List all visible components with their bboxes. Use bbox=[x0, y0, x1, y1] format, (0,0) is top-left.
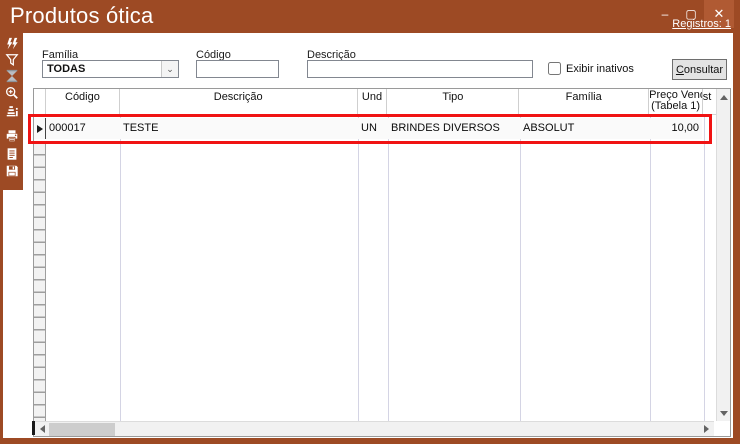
title-bar: Produtos ótica – ▢ ✕ Registros: 1 bbox=[0, 0, 740, 33]
column-header-codigo[interactable]: Código bbox=[46, 89, 120, 114]
column-separator bbox=[704, 115, 705, 421]
print-button[interactable] bbox=[3, 128, 20, 144]
refresh-icon bbox=[5, 37, 19, 51]
column-header-clipped[interactable]: st bbox=[703, 89, 716, 114]
column-separator bbox=[388, 115, 389, 421]
column-separator bbox=[120, 115, 121, 421]
app-window: Produtos ótica – ▢ ✕ Registros: 1 bbox=[0, 0, 740, 444]
chart-icon bbox=[5, 104, 19, 118]
chevron-down-icon[interactable]: ⌄ bbox=[161, 61, 178, 77]
scroll-left-button[interactable] bbox=[36, 422, 49, 436]
codigo-input[interactable] bbox=[196, 60, 279, 78]
chart-button[interactable] bbox=[3, 103, 20, 119]
column-separator bbox=[650, 115, 651, 421]
page-title: Produtos ótica bbox=[10, 3, 153, 29]
print-icon bbox=[5, 129, 19, 143]
zoom-icon bbox=[5, 86, 19, 100]
preco-venda-line2: (Tabela 1) bbox=[649, 101, 702, 112]
grid-header-row: Código Descrição Und Tipo Família Preço … bbox=[34, 89, 716, 115]
minimize-icon: – bbox=[662, 7, 669, 21]
scroll-right-icon bbox=[704, 425, 709, 433]
hourglass-button[interactable] bbox=[3, 68, 20, 84]
grid-edge-mark bbox=[32, 421, 35, 435]
column-header-descricao[interactable]: Descrição bbox=[120, 89, 358, 114]
refresh-button[interactable] bbox=[3, 36, 20, 52]
horizontal-scroll-thumb[interactable] bbox=[49, 423, 115, 436]
scroll-up-icon bbox=[720, 95, 728, 100]
column-header-und[interactable]: Und bbox=[358, 89, 388, 114]
report-icon bbox=[5, 147, 19, 161]
column-header-preco-venda[interactable]: Preço Venda(Tabela 1) bbox=[649, 89, 703, 114]
consultar-label-underline: C bbox=[676, 64, 684, 76]
products-grid: Código Descrição Und Tipo Família Preço … bbox=[33, 88, 731, 437]
vertical-scrollbar[interactable] bbox=[716, 89, 730, 421]
record-selector-column bbox=[34, 143, 46, 421]
report-button[interactable] bbox=[3, 146, 20, 162]
highlight-annotation-box bbox=[28, 114, 712, 144]
consultar-button[interactable]: Consultar bbox=[672, 59, 727, 80]
consultar-label-rest: onsultar bbox=[684, 64, 723, 76]
descricao-input[interactable] bbox=[307, 60, 533, 78]
indicator-header-cell bbox=[34, 89, 46, 114]
scroll-up-button[interactable] bbox=[717, 90, 730, 104]
save-icon bbox=[5, 164, 19, 178]
toolbar-sidebar bbox=[0, 33, 23, 190]
horizontal-scrollbar[interactable] bbox=[35, 421, 714, 436]
registros-link[interactable]: Registros: 1 bbox=[672, 18, 731, 30]
column-header-familia[interactable]: Família bbox=[519, 89, 649, 114]
scroll-left-icon bbox=[40, 425, 45, 433]
column-separator bbox=[520, 115, 521, 421]
hourglass-icon bbox=[5, 69, 19, 83]
scroll-right-button[interactable] bbox=[700, 422, 713, 436]
exibir-inativos-checkbox[interactable] bbox=[548, 62, 561, 75]
zoom-button[interactable] bbox=[3, 85, 20, 101]
scroll-down-button[interactable] bbox=[717, 406, 730, 420]
save-button[interactable] bbox=[3, 163, 20, 179]
scroll-down-icon bbox=[720, 411, 728, 416]
filter-button[interactable] bbox=[3, 52, 20, 68]
column-separator bbox=[358, 115, 359, 421]
filter-icon bbox=[5, 53, 19, 67]
familia-value: TODAS bbox=[43, 63, 161, 75]
familia-select[interactable]: TODAS ⌄ bbox=[42, 60, 179, 78]
column-header-tipo[interactable]: Tipo bbox=[387, 89, 519, 114]
exibir-inativos-label: Exibir inativos bbox=[566, 63, 634, 75]
